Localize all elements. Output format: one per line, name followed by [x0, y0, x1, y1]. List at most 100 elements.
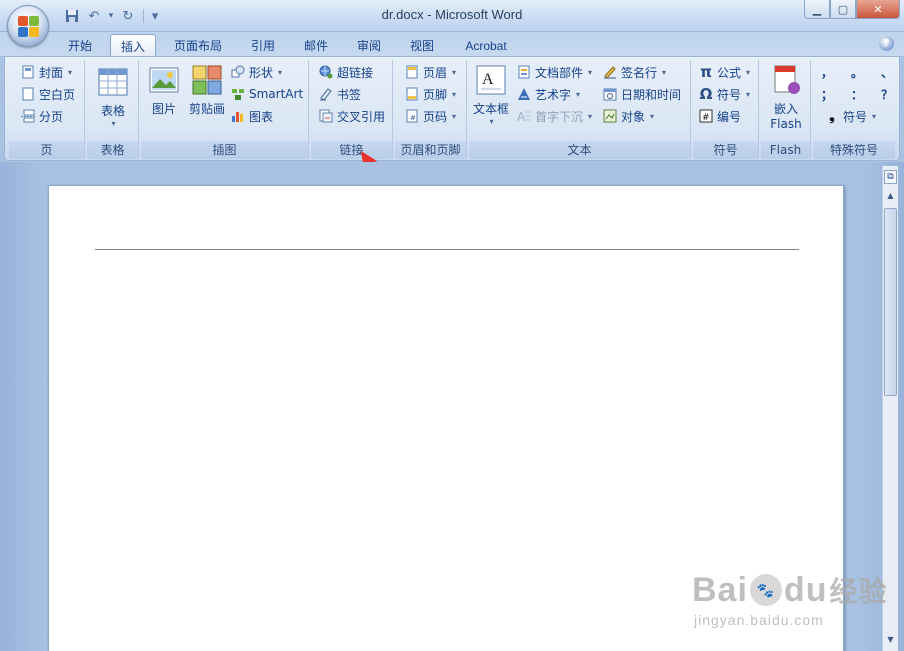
date-time-button[interactable]: 日期和时间	[603, 84, 681, 104]
chevron-down-icon: ▾	[111, 119, 116, 128]
colon-symbol-button[interactable]: ：	[851, 86, 863, 103]
calendar-icon	[603, 87, 617, 101]
bookmark-icon	[319, 87, 333, 101]
group-text: A 文本框 ▾ 文档部件 ▾ 艺术字 ▾ A 首字下沉 ▾ 签名行 ▾ 日期和时间 对象…	[469, 60, 691, 159]
tab-insert[interactable]: 插入	[110, 34, 156, 57]
ruler-toggle-icon[interactable]: ⧉	[884, 170, 897, 184]
svg-text:#: #	[702, 113, 710, 123]
numbering-button[interactable]: # 编号	[699, 106, 741, 126]
group-label-pages: 页	[9, 141, 84, 159]
quick-parts-icon	[517, 65, 531, 79]
footer-button[interactable]: 页脚 ▾	[405, 84, 456, 104]
text-box-button[interactable]: A 文本框 ▾	[471, 64, 511, 126]
drop-cap-label: 首字下沉	[535, 109, 584, 124]
chevron-down-icon: ▾	[588, 111, 593, 121]
title-bar: ↶ ▾ ↻ ▾ dr.docx - Microsoft Word ▁ ▢ ✕	[0, 0, 904, 47]
table-button[interactable]: 表格 ▾	[95, 66, 131, 128]
watermark-brand-cn: 经验	[829, 576, 888, 607]
watermark-url: jingyan.baidu.com	[694, 612, 824, 628]
equation-button[interactable]: π 公式 ▾	[699, 62, 750, 82]
chevron-down-icon: ▾	[662, 67, 667, 77]
wordart-button[interactable]: 艺术字 ▾	[517, 84, 580, 104]
enum-comma-symbol-button[interactable]: 、	[881, 64, 893, 81]
cross-reference-label: 交叉引用	[337, 109, 386, 124]
object-button[interactable]: 对象 ▾	[603, 106, 654, 126]
signature-line-button[interactable]: 签名行 ▾	[603, 62, 666, 82]
cross-reference-icon	[319, 109, 333, 123]
tab-home[interactable]: 开始	[58, 35, 102, 56]
text-box-icon: A	[476, 65, 506, 95]
smartart-button[interactable]: SmartArt	[231, 84, 303, 104]
header-button[interactable]: 页眉 ▾	[405, 62, 456, 82]
shapes-icon	[231, 65, 245, 79]
tab-view[interactable]: 视图	[402, 35, 442, 56]
wordart-label: 艺术字	[535, 87, 572, 102]
help-icon[interactable]: ?	[879, 36, 894, 51]
header-label: 页眉	[423, 65, 448, 80]
tab-acrobat[interactable]: Acrobat	[456, 35, 516, 56]
group-label-illustrations: 插图	[141, 141, 308, 159]
embed-flash-button[interactable]: 嵌入 Flash	[765, 64, 807, 131]
blank-page-icon	[21, 87, 35, 101]
scroll-up-icon[interactable]: ▲	[883, 188, 898, 203]
paw-icon: 🐾	[749, 574, 782, 606]
scroll-down-icon[interactable]: ▼	[883, 632, 898, 647]
globe-link-icon	[319, 65, 333, 79]
scroll-thumb[interactable]	[884, 208, 897, 396]
symbol-button[interactable]: Ω 符号 ▾	[699, 84, 750, 104]
object-label: 对象	[621, 109, 646, 124]
ribbon-tabs: 开始 插入 页面布局 引用 邮件 审阅 视图 Acrobat	[0, 32, 904, 57]
svg-text:#: #	[410, 114, 416, 122]
cover-page-button[interactable]: 封面 ▾	[21, 62, 72, 82]
clipart-icon	[192, 65, 222, 95]
chart-button[interactable]: 图表	[231, 106, 273, 126]
minimize-icon[interactable]: ▁	[804, 0, 830, 19]
shapes-button[interactable]: 形状 ▾	[231, 62, 282, 82]
semicolon-symbol-button[interactable]: ；	[821, 86, 833, 103]
table-label: 表格	[100, 104, 125, 118]
tab-review[interactable]: 审阅	[349, 35, 389, 56]
special-symbol-label: 符号	[843, 109, 868, 124]
group-links: 超链接 书签 交叉引用 链接	[311, 60, 393, 159]
group-special-symbols: ， 。 、 ； ： ？ ❟ 符号 ▾ 特殊符号	[813, 60, 895, 159]
smartart-icon	[231, 87, 245, 101]
tab-page-layout[interactable]: 页面布局	[166, 35, 230, 56]
question-symbol-button[interactable]: ？	[881, 86, 893, 103]
hyperlink-button[interactable]: 超链接	[319, 62, 373, 82]
picture-button[interactable]: 图片	[147, 64, 181, 117]
tab-references[interactable]: 引用	[244, 35, 282, 56]
bookmark-button[interactable]: 书签	[319, 84, 361, 104]
blank-page-button[interactable]: 空白页	[21, 84, 75, 104]
chart-icon	[231, 109, 245, 123]
object-icon	[603, 109, 617, 123]
chevron-down-icon: ▾	[452, 67, 457, 77]
group-flash: 嵌入 Flash Flash	[761, 60, 811, 159]
cross-reference-button[interactable]: 交叉引用	[319, 106, 385, 126]
special-symbols-row-2: ； ： ？	[821, 84, 893, 104]
clipart-button[interactable]: 剪贴画	[185, 64, 229, 117]
maximize-icon[interactable]: ▢	[830, 0, 856, 19]
clipart-label: 剪贴画	[188, 102, 225, 116]
date-time-label: 日期和时间	[621, 87, 682, 102]
embed-flash-label-1: 嵌入	[773, 102, 798, 116]
chevron-down-icon: ▾	[588, 67, 593, 77]
drop-cap-button[interactable]: A 首字下沉 ▾	[517, 106, 592, 126]
chevron-down-icon: ▾	[650, 111, 655, 121]
baidu-watermark: Bai 🐾 du 经验 jingyan.baidu.com	[692, 570, 887, 629]
page-break-label: 分页	[39, 109, 64, 124]
chevron-down-icon: ▾	[576, 89, 581, 99]
tab-mailings[interactable]: 邮件	[296, 35, 336, 56]
period-symbol-button[interactable]: 。	[851, 64, 863, 81]
comma-symbol-button[interactable]: ，	[821, 64, 833, 81]
office-button[interactable]	[7, 5, 49, 47]
chevron-down-icon: ▾	[68, 67, 73, 77]
special-symbol-button[interactable]: ❟ 符号 ▾	[825, 106, 876, 126]
group-symbols: π 公式 ▾ Ω 符号 ▾ # 编号 符号	[693, 60, 759, 159]
page-break-button[interactable]: 分页	[21, 106, 63, 126]
close-icon[interactable]: ✕	[856, 0, 900, 19]
signature-line-icon	[603, 65, 617, 79]
watermark-brand-part2: du	[783, 570, 828, 609]
watermark-brand: Bai 🐾 du 经验	[692, 570, 887, 610]
quick-parts-button[interactable]: 文档部件 ▾	[517, 62, 592, 82]
page-number-button[interactable]: # 页码 ▾	[405, 106, 456, 126]
